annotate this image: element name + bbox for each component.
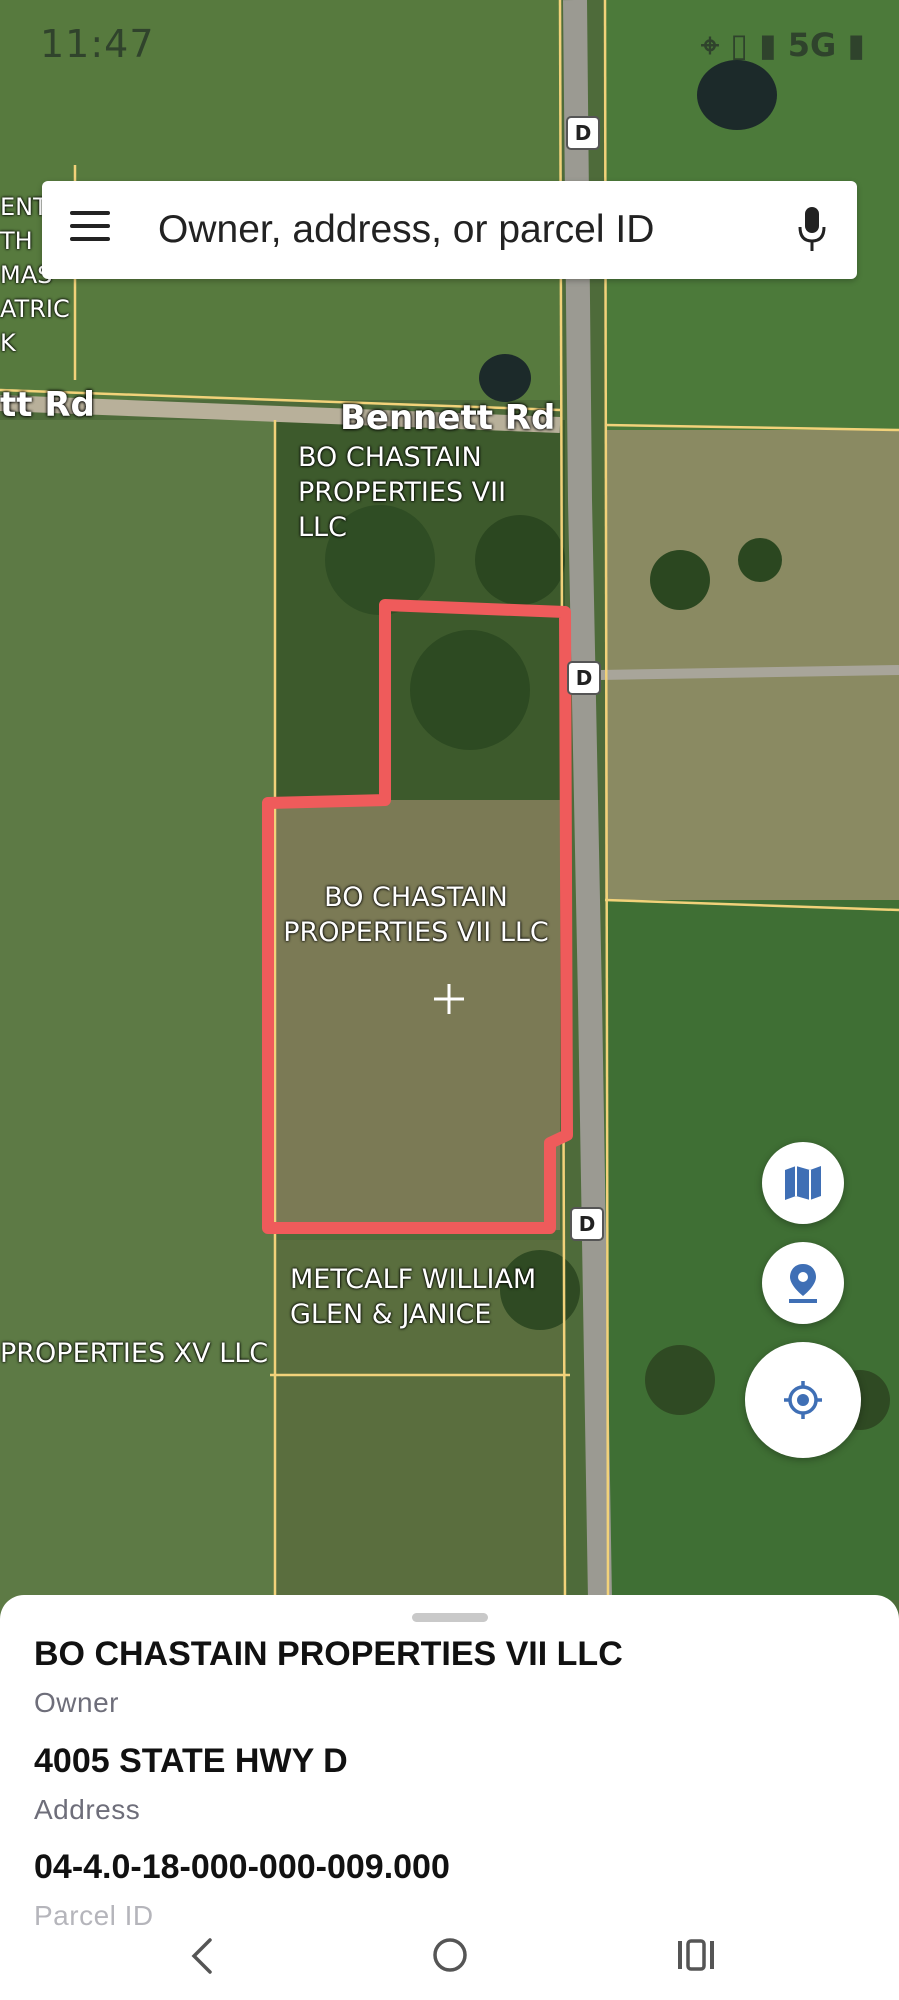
parcel-label-selected[interactable]: BO CHASTAIN PROPERTIES VII LLC bbox=[281, 880, 551, 950]
status-network: ⌖ ▯ ▮ 5G ▮ bbox=[701, 26, 865, 64]
location-pin-icon bbox=[789, 1264, 817, 1303]
map-layers-button[interactable] bbox=[762, 1142, 844, 1224]
parcel-label-north[interactable]: BO CHASTAIN PROPERTIES VII LLC bbox=[298, 440, 506, 545]
highway-marker: D bbox=[570, 1207, 604, 1241]
owner-value: BO CHASTAIN PROPERTIES VII LLC bbox=[34, 1635, 623, 1673]
system-nav-bar bbox=[0, 1918, 899, 2000]
status-time: 11:47 bbox=[40, 22, 155, 66]
recent-apps-icon[interactable] bbox=[676, 1938, 716, 1972]
owner-label: Owner bbox=[34, 1687, 119, 1718]
my-location-icon bbox=[784, 1381, 822, 1419]
selected-parcel-field bbox=[270, 800, 560, 1230]
parcel-id-value: 04-4.0-18-000-000-009.000 bbox=[34, 1848, 450, 1886]
signal-icon: ▮ bbox=[758, 26, 777, 64]
menu-icon[interactable] bbox=[70, 211, 110, 249]
location-pin-button[interactable] bbox=[762, 1242, 844, 1324]
back-icon[interactable] bbox=[188, 1936, 216, 1976]
road-label-bennett: Bennett Rd bbox=[340, 398, 556, 438]
my-location-button[interactable] bbox=[745, 1342, 861, 1458]
road-label-west: tt Rd bbox=[0, 385, 95, 425]
parcel-label-south[interactable]: METCALF WILLIAM GLEN & JANICE bbox=[290, 1262, 536, 1332]
search-input[interactable]: Owner, address, or parcel ID bbox=[158, 208, 654, 252]
parcel-label-southwest[interactable]: PROPERTIES XV LLC bbox=[0, 1336, 268, 1371]
status-bar: 11:47 ⌖ ▯ ▮ 5G ▮ bbox=[0, 22, 899, 66]
microphone-icon[interactable] bbox=[797, 205, 827, 255]
battery-icon: ▮ bbox=[847, 26, 865, 64]
field-west bbox=[0, 420, 275, 1620]
location-status-icon: ⌖ bbox=[701, 26, 720, 64]
highway-marker: D bbox=[566, 116, 600, 150]
sheet-drag-handle[interactable] bbox=[412, 1613, 488, 1622]
address-label: Address bbox=[34, 1794, 141, 1825]
highway-marker: D bbox=[567, 661, 601, 695]
home-icon[interactable] bbox=[431, 1936, 469, 1974]
address-value: 4005 STATE HWY D bbox=[34, 1742, 348, 1780]
map-layers-icon bbox=[785, 1166, 821, 1200]
vibrate-icon: ▯ bbox=[730, 26, 748, 64]
search-bar[interactable]: Owner, address, or parcel ID bbox=[42, 181, 857, 279]
